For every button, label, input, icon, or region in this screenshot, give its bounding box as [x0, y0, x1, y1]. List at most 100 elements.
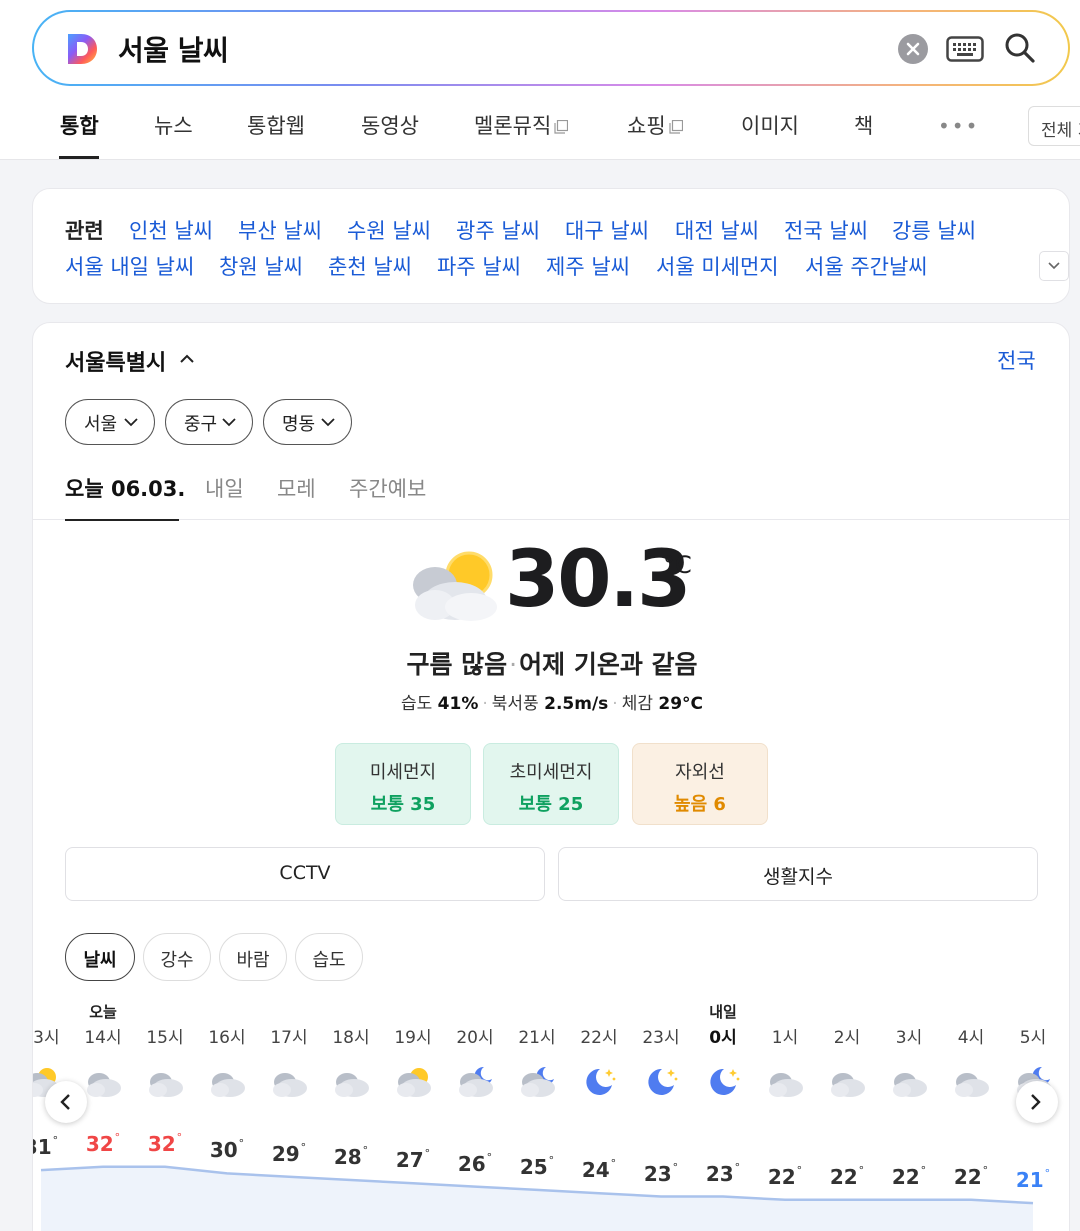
tab-weekly[interactable]: 주간예보 [349, 473, 426, 503]
tab-tomorrow[interactable]: 내일 [205, 473, 244, 503]
search-icon[interactable] [1002, 30, 1038, 66]
more-tabs-button[interactable]: ••• [938, 114, 979, 138]
chip-wind[interactable]: 바람 [219, 933, 287, 981]
life-index-button[interactable]: 생활지수 [558, 847, 1038, 901]
filter-city[interactable]: 서울 [65, 399, 155, 445]
tab-news[interactable]: 뉴스 [154, 110, 193, 140]
filter-city-label: 서울 [84, 414, 118, 435]
hour-label: 20시 [456, 1028, 494, 1048]
related-link[interactable]: 수원 날씨 [347, 215, 431, 245]
chip-humidity[interactable]: 습도 [295, 933, 363, 981]
tab-integrated[interactable]: 통합 [60, 110, 99, 140]
ultrafine-dust-label: 초미세먼지 [509, 762, 593, 783]
related-link[interactable]: 춘천 날씨 [328, 251, 412, 281]
scroll-left-button[interactable] [45, 1081, 87, 1123]
related-link[interactable]: 전국 날씨 [784, 215, 868, 245]
keyboard-icon[interactable] [946, 36, 984, 62]
wind-value: 2.5m/s [544, 694, 609, 714]
temperature-unit: °C [663, 551, 692, 579]
separator-dot: · [509, 650, 518, 679]
humidity-value: 41% [437, 694, 479, 714]
cloudy-icon [335, 1073, 369, 1097]
cloudy-icon [149, 1073, 183, 1097]
scroll-right-button[interactable] [1016, 1081, 1058, 1123]
cloudy-night-icon [459, 1066, 493, 1097]
today-marker: 오늘 [89, 1003, 117, 1021]
fine-dust-badge[interactable]: 미세먼지 보통 35 [335, 743, 471, 825]
tab-web[interactable]: 통합웹 [247, 110, 305, 140]
hour-label: 15시 [146, 1028, 184, 1048]
related-searches-card: 관련 인천 날씨 부산 날씨 수원 날씨 광주 날씨 대구 날씨 대전 날씨 전… [32, 188, 1070, 304]
related-link[interactable]: 부산 날씨 [238, 215, 322, 245]
cctv-button[interactable]: CCTV [65, 847, 545, 901]
ultrafine-dust-badge[interactable]: 초미세먼지 보통 25 [483, 743, 619, 825]
related-link[interactable]: 대전 날씨 [675, 215, 759, 245]
hour-label: 17시 [270, 1028, 308, 1048]
related-link[interactable]: 제주 날씨 [546, 251, 630, 281]
weather-details: 습도 41% · 북서풍 2.5m/s · 체감 29°C [33, 689, 1069, 714]
weather-comparison: 어제 기온과 같음 [519, 650, 698, 679]
cloudy-icon [87, 1073, 121, 1097]
tab-books[interactable]: 책 [854, 110, 873, 140]
day-tabs-divider [33, 519, 1069, 520]
related-link[interactable]: 광주 날씨 [456, 215, 540, 245]
all-filter-button[interactable]: 전체 기 [1028, 106, 1080, 146]
tab-today[interactable]: 오늘 06.03. [65, 473, 185, 503]
tab-shopping[interactable]: 쇼핑 [627, 110, 683, 140]
hour-label: 19시 [394, 1028, 432, 1048]
tab-melon-label: 멜론뮤직 [474, 114, 552, 138]
tab-day-after[interactable]: 모레 [277, 473, 316, 503]
chevron-down-icon [222, 418, 236, 427]
temperature-graph [40, 1165, 1034, 1231]
hour-weather-icon [817, 1063, 877, 1103]
chip-precipitation[interactable]: 강수 [143, 933, 211, 981]
hour-label: 23시 [642, 1028, 680, 1048]
related-link[interactable]: 서울 내일 날씨 [65, 251, 194, 281]
tab-images[interactable]: 이미지 [741, 110, 799, 140]
region-title[interactable]: 서울특별시 [65, 345, 166, 377]
related-label: 관련 [65, 219, 104, 243]
uv-index-label: 자외선 [675, 762, 725, 783]
nationwide-link[interactable]: 전국 [997, 345, 1036, 375]
filter-district[interactable]: 중구 [165, 399, 253, 445]
related-link[interactable]: 강릉 날씨 [892, 215, 976, 245]
related-link[interactable]: 창원 날씨 [219, 251, 303, 281]
hour-weather-icon [259, 1063, 319, 1103]
search-bar[interactable]: 서울 날씨 [32, 10, 1070, 86]
chevron-up-icon[interactable] [179, 354, 195, 364]
moon-icon [586, 1068, 616, 1095]
hour-label: 18시 [332, 1028, 370, 1048]
fine-dust-value: 보통 35 [370, 794, 436, 815]
cloudy-icon [769, 1073, 803, 1097]
clear-search-button[interactable] [898, 34, 928, 64]
related-expand-button[interactable] [1039, 251, 1069, 281]
filter-district-label: 중구 [184, 414, 218, 435]
active-tab-indicator [59, 156, 99, 159]
cloudy-icon [211, 1073, 245, 1097]
daum-logo-icon[interactable] [64, 31, 100, 67]
hour-weather-icon [755, 1063, 815, 1103]
chevron-down-icon [321, 418, 335, 427]
search-query-text[interactable]: 서울 날씨 [118, 29, 229, 69]
related-link[interactable]: 파주 날씨 [437, 251, 521, 281]
close-icon [906, 42, 920, 56]
feels-like-value: 29°C [658, 694, 704, 714]
humidity-label: 습도 [400, 694, 433, 714]
ultrafine-dust-value: 보통 25 [518, 794, 584, 815]
chip-weather[interactable]: 날씨 [65, 933, 135, 981]
tomorrow-marker: 내일 [709, 1003, 737, 1021]
related-link[interactable]: 대구 날씨 [565, 215, 649, 245]
tab-video[interactable]: 동영상 [361, 110, 419, 140]
related-link[interactable]: 서울 미세먼지 [656, 251, 779, 281]
search-tabs: 통합 뉴스 통합웹 동영상 멜론뮤직 쇼핑 이미지 책 ••• 전체 기 [0, 104, 1080, 160]
hour-label: 22시 [580, 1028, 618, 1048]
filter-dong-label: 명동 [282, 414, 316, 435]
tab-melon[interactable]: 멜론뮤직 [474, 110, 569, 140]
filter-dong[interactable]: 명동 [263, 399, 352, 445]
uv-index-badge[interactable]: 자외선 높음 6 [632, 743, 768, 825]
hour-label: 16시 [208, 1028, 246, 1048]
header: 서울 날씨 통합 뉴스 통합웹 동영상 멜론뮤직 쇼핑 이미지 책 ••• 전체 [0, 0, 1080, 160]
hour-label: 3시 [895, 1028, 923, 1048]
related-link[interactable]: 서울 주간날씨 [805, 251, 928, 281]
related-link[interactable]: 인천 날씨 [129, 215, 213, 245]
